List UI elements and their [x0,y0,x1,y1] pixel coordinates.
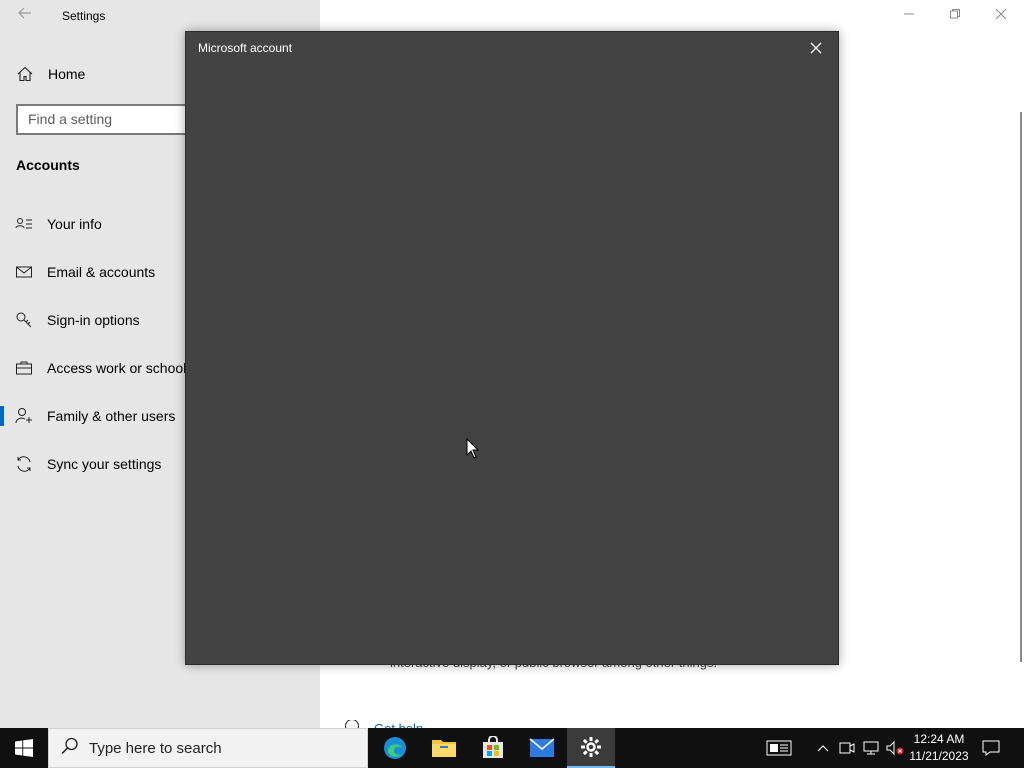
meet-now-icon[interactable] [836,728,858,768]
clock-date: 11/21/2023 [909,749,969,763]
back-arrow-icon[interactable] [14,5,36,27]
taskbar-clock[interactable]: 12:24 AM 11/21/2023 [900,731,978,765]
key-icon [15,311,33,329]
section-title: Accounts [16,157,80,173]
notification-icon[interactable] [980,728,1002,768]
store-icon[interactable] [469,728,517,768]
close-icon[interactable] [804,38,828,62]
sidebar-item-label: Email & accounts [47,264,156,280]
taskbar-search-placeholder: Type here to search [89,739,222,757]
news-icon[interactable] [762,728,796,768]
person-add-icon [15,407,33,425]
sync-icon [15,455,33,473]
app-title: Settings [62,9,106,23]
microsoft-account-dialog: Microsoft account [185,31,839,665]
sidebar-item-label: Family & other users [47,408,176,424]
person-card-icon [15,215,33,233]
network-icon[interactable] [860,728,882,768]
scrollbar[interactable] [1020,112,1022,662]
mail-icon [15,263,33,281]
minimize-icon[interactable] [886,0,932,32]
mail-icon[interactable] [518,728,566,768]
clock-time: 12:24 AM [913,732,965,746]
find-setting-input[interactable]: Find a setting [16,104,196,135]
settings-gear-icon[interactable] [567,728,615,768]
search-icon [61,737,79,760]
windows-start-icon[interactable] [0,728,48,768]
briefcase-icon [15,359,33,377]
home-icon [16,65,34,83]
sidebar-item-label: Sync your settings [47,456,162,472]
close-icon[interactable] [978,0,1024,32]
file-explorer-icon[interactable] [420,728,468,768]
sidebar-item-label: Sign-in options [47,312,140,328]
taskbar: Type here to search 12:24 AM 11/21/2023 [0,728,1024,768]
taskbar-search-box[interactable]: Type here to search [48,728,368,768]
restore-icon[interactable] [932,0,978,32]
chevron-up-icon[interactable] [812,728,834,768]
home-nav-item[interactable]: Home [16,63,85,85]
sidebar-item-label: Access work or school [47,360,187,376]
edge-icon[interactable] [371,728,419,768]
home-label: Home [48,66,86,82]
window-controls [886,0,1024,32]
mouse-cursor-icon [466,437,480,460]
dialog-title: Microsoft account [198,41,293,55]
sidebar-item-label: Your info [47,216,102,232]
